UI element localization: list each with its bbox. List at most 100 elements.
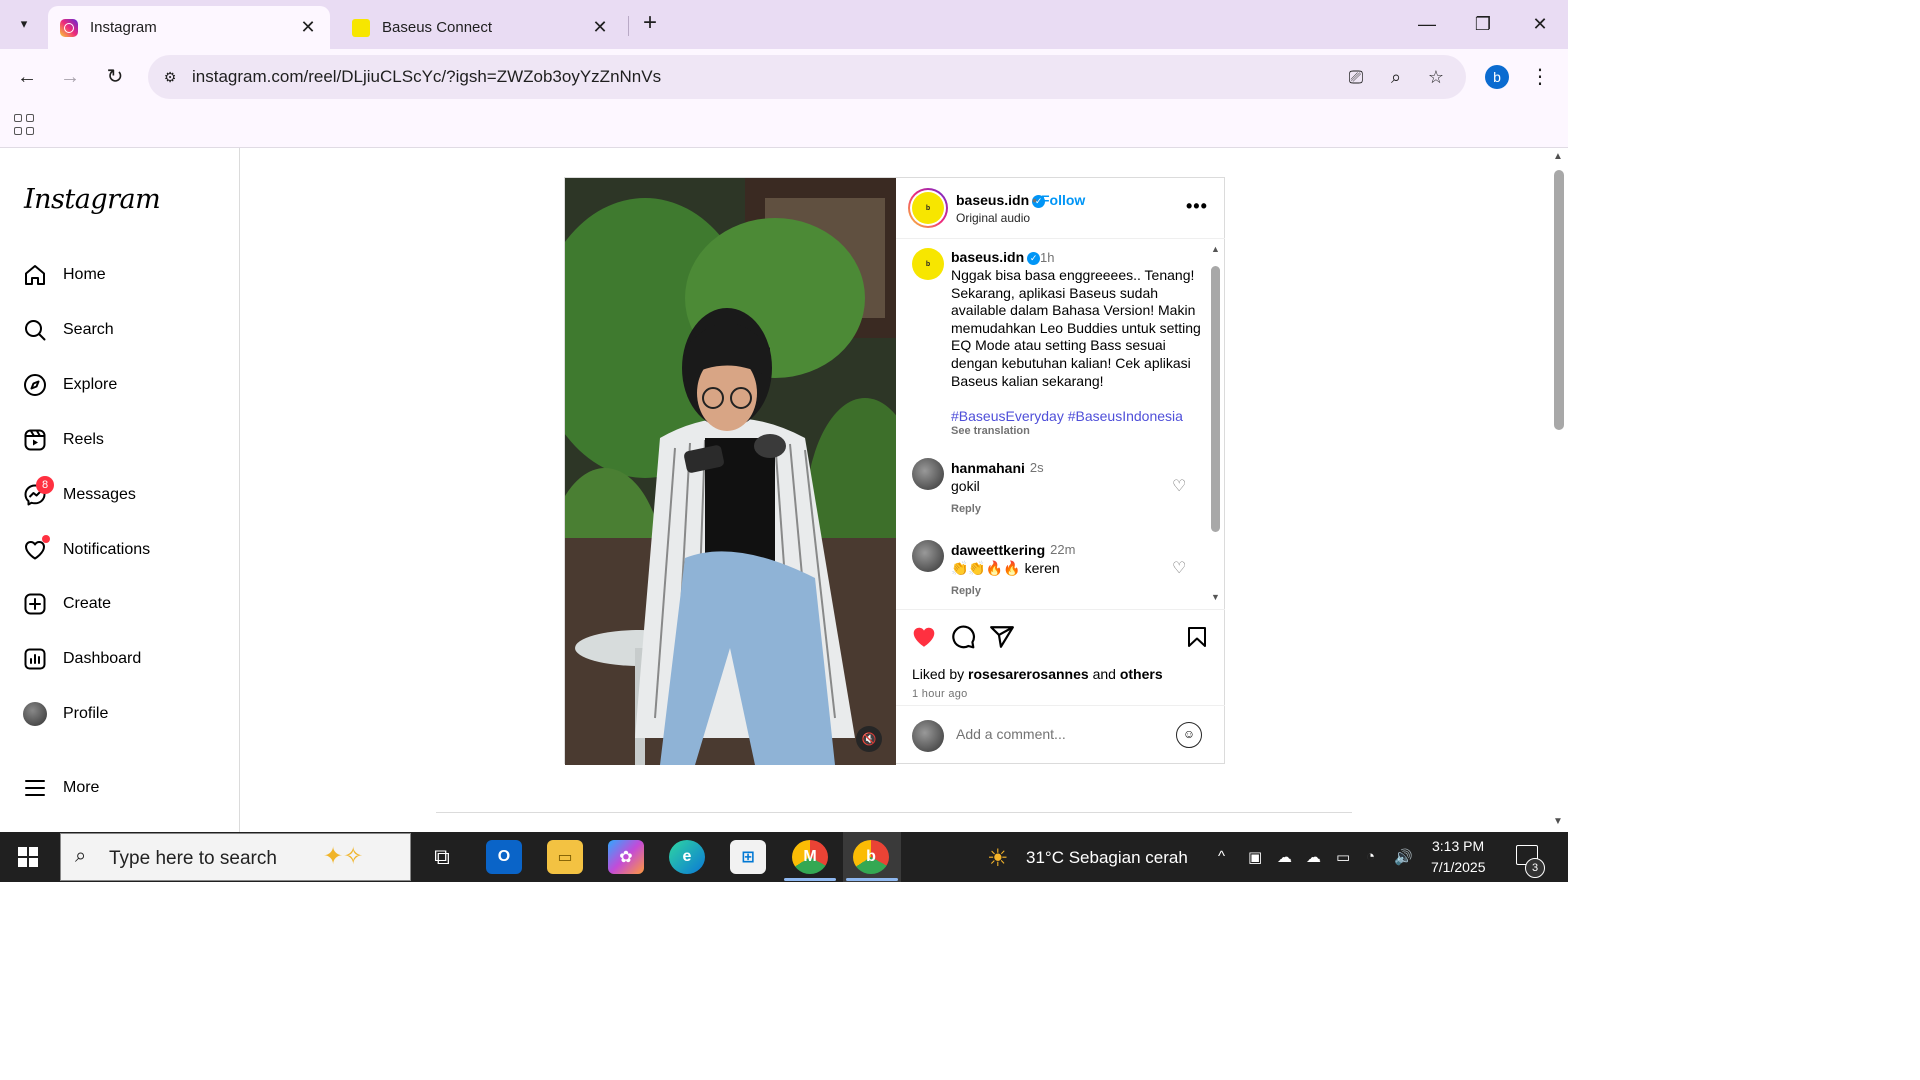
meet-now-icon[interactable]: ▣ bbox=[1248, 848, 1262, 866]
url-text[interactable]: instagram.com/reel/DLjiuCLScYc/?igsh=ZWZ… bbox=[192, 67, 661, 87]
reply-link[interactable]: Reply bbox=[951, 585, 981, 597]
onedrive-error-icon[interactable]: ☁ bbox=[1306, 848, 1321, 866]
reload-button[interactable]: ↻ bbox=[101, 63, 129, 91]
nav-reels[interactable]: Reels bbox=[22, 420, 222, 460]
onedrive-icon[interactable]: ☁ bbox=[1277, 848, 1292, 866]
wifi-icon[interactable]: ◔ bbox=[1366, 848, 1375, 865]
comment-author-name[interactable]: hanmahani bbox=[951, 460, 1025, 476]
zoom-icon[interactable]: ⌕ bbox=[1384, 65, 1408, 89]
taskbar-search[interactable]: ⌕ Type here to search ✦✧ bbox=[60, 833, 411, 881]
scroll-up-arrow-icon[interactable]: ▲ bbox=[1553, 151, 1563, 162]
post-timestamp[interactable]: 1 hour ago bbox=[912, 688, 968, 700]
caption-hashtags[interactable]: #BaseusEveryday #BaseusIndonesia bbox=[951, 408, 1183, 424]
install-app-icon[interactable]: ⎚ bbox=[1344, 65, 1368, 89]
nav-messages[interactable]: 8 Messages bbox=[22, 475, 222, 515]
close-tab-icon[interactable]: ✕ bbox=[298, 17, 318, 38]
back-button[interactable]: ← bbox=[13, 63, 41, 91]
nav-profile[interactable]: Profile bbox=[22, 694, 222, 734]
comments-list[interactable]: b baseus.idn ✓ 1h Nggak bisa basa enggree… bbox=[896, 240, 1225, 609]
address-bar[interactable]: ⚙ instagram.com/reel/DLjiuCLScYc/?igsh=Z… bbox=[148, 55, 1466, 99]
comment-like-icon[interactable]: ♡ bbox=[1172, 558, 1186, 578]
file-explorer-icon[interactable]: ▭ bbox=[547, 840, 583, 874]
current-user-avatar bbox=[912, 720, 944, 752]
nav-more[interactable]: More bbox=[22, 768, 222, 808]
emoji-icon[interactable]: ☺ bbox=[1176, 722, 1202, 748]
comment-icon[interactable] bbox=[949, 624, 977, 652]
copilot-icon[interactable]: ✿ bbox=[608, 840, 644, 874]
nav-label: Home bbox=[63, 266, 106, 283]
audio-label[interactable]: Original audio bbox=[956, 211, 1030, 225]
page-scrollbar[interactable]: ▲ ▼ bbox=[1550, 148, 1568, 832]
edge-icon[interactable]: e bbox=[669, 840, 705, 874]
mute-toggle-icon[interactable]: 🔇 bbox=[856, 726, 882, 752]
tab-search-chevron-icon[interactable]: ▾ bbox=[10, 9, 38, 39]
weather-icon[interactable]: ☀ bbox=[987, 844, 1009, 873]
comment-like-icon[interactable]: ♡ bbox=[1172, 476, 1186, 496]
windows-start-icon[interactable] bbox=[18, 847, 38, 867]
comment-author-name[interactable]: daweettkering bbox=[951, 542, 1045, 558]
post-author-name[interactable]: baseus.idn bbox=[956, 192, 1029, 208]
nav-dashboard[interactable]: Dashboard bbox=[22, 639, 222, 679]
comment-avatar[interactable] bbox=[912, 458, 944, 490]
bookmark-star-icon[interactable]: ☆ bbox=[1424, 65, 1448, 89]
scroll-down-arrow-icon[interactable]: ▼ bbox=[1211, 592, 1220, 602]
caption-author[interactable]: baseus.idn ✓ bbox=[951, 249, 1041, 265]
site-info-icon[interactable]: ⚙ bbox=[160, 67, 180, 87]
caption-author-name[interactable]: baseus.idn bbox=[951, 249, 1024, 265]
browser-menu-icon[interactable]: ⋮ bbox=[1530, 63, 1550, 91]
comment-time: 2s bbox=[1029, 460, 1044, 475]
add-comment-input[interactable] bbox=[956, 726, 1156, 742]
instagram-logo[interactable]: Instagram bbox=[24, 184, 161, 215]
volume-icon[interactable]: 🔊 bbox=[1394, 848, 1413, 866]
nav-explore[interactable]: Explore bbox=[22, 365, 222, 405]
comment-text: gokil bbox=[951, 478, 980, 494]
outlook-icon[interactable]: O bbox=[486, 840, 522, 874]
nav-notifications[interactable]: Notifications bbox=[22, 530, 222, 570]
more-options-icon[interactable]: ••• bbox=[1186, 196, 1208, 217]
comment-author[interactable]: hanmahani 2s bbox=[951, 460, 1044, 476]
scroll-up-arrow-icon[interactable]: ▲ bbox=[1211, 244, 1220, 254]
liked-by-others[interactable]: others bbox=[1120, 666, 1163, 682]
follow-button[interactable]: Follow bbox=[1041, 192, 1085, 208]
comment-avatar[interactable] bbox=[912, 540, 944, 572]
comments-scrollbar[interactable]: ▲ ▼ bbox=[1208, 244, 1222, 606]
reel-photo bbox=[565, 178, 896, 765]
weather-text[interactable]: 31°C Sebagian cerah bbox=[1026, 848, 1188, 868]
save-bookmark-icon[interactable] bbox=[1183, 624, 1211, 652]
browser-profile-avatar[interactable]: b bbox=[1485, 65, 1509, 89]
close-tab-icon[interactable]: ✕ bbox=[590, 17, 610, 38]
clock-date[interactable]: 7/1/2025 bbox=[1431, 859, 1486, 875]
minimize-button[interactable]: — bbox=[1412, 10, 1442, 38]
chrome-profile-m-icon[interactable]: M bbox=[792, 840, 828, 874]
taskbar-search-placeholder: Type here to search bbox=[109, 848, 277, 869]
tab-instagram[interactable]: Instagram ✕ bbox=[48, 6, 330, 49]
chrome-profile-b-icon[interactable]: b bbox=[853, 840, 889, 874]
microsoft-store-icon[interactable]: ⊞ bbox=[730, 840, 766, 874]
liked-by-user[interactable]: rosesarerosannes bbox=[968, 666, 1089, 682]
task-view-icon[interactable]: ⧉ bbox=[424, 840, 460, 874]
scroll-thumb[interactable] bbox=[1211, 266, 1220, 532]
share-icon[interactable] bbox=[988, 624, 1016, 652]
scroll-down-arrow-icon[interactable]: ▼ bbox=[1553, 816, 1563, 827]
clock-time[interactable]: 3:13 PM bbox=[1432, 838, 1484, 854]
new-tab-button[interactable]: + bbox=[638, 10, 662, 38]
forward-button[interactable]: → bbox=[56, 63, 84, 91]
reel-video[interactable]: 🔇 bbox=[565, 178, 896, 765]
see-translation-link[interactable]: See translation bbox=[951, 425, 1030, 437]
reply-link[interactable]: Reply bbox=[951, 503, 981, 515]
comment-author[interactable]: daweettkering 22m bbox=[951, 542, 1075, 558]
close-window-button[interactable]: ✕ bbox=[1525, 10, 1555, 38]
story-ring[interactable]: b bbox=[908, 188, 948, 228]
nav-search[interactable]: Search bbox=[22, 310, 222, 350]
caption-avatar[interactable]: b bbox=[912, 248, 944, 280]
nav-home[interactable]: Home bbox=[22, 255, 222, 295]
apps-grid-icon[interactable] bbox=[14, 114, 36, 136]
instagram-page: Instagram Home Search Explore Reels 8 Me… bbox=[0, 148, 1550, 832]
tray-overflow-chevron-icon[interactable]: ^ bbox=[1218, 848, 1225, 865]
like-heart-icon[interactable] bbox=[910, 624, 938, 652]
restore-button[interactable]: ❐ bbox=[1468, 10, 1498, 38]
tab-baseus-connect[interactable]: Baseus Connect ✕ bbox=[340, 6, 622, 49]
page-scroll-thumb[interactable] bbox=[1554, 170, 1564, 430]
battery-icon[interactable]: ▭ bbox=[1336, 848, 1350, 866]
nav-create[interactable]: Create bbox=[22, 584, 222, 624]
